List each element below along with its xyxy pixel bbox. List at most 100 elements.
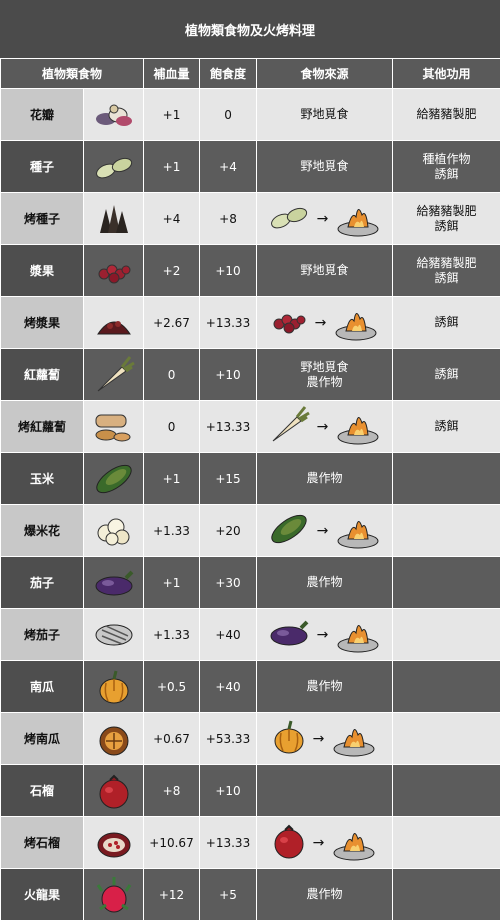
table-row: 火龍果+12+5農作物 (1, 869, 500, 921)
food-icon-cell (84, 89, 144, 141)
other-use (393, 713, 500, 765)
food-icon-cell (84, 401, 144, 453)
hp-value: +0.67 (144, 713, 200, 765)
food-icon-cell (84, 713, 144, 765)
table-row: 烤紅蘿蔔0+13.33→誘餌 (1, 401, 500, 453)
food-source: 野地覓食 (257, 141, 393, 193)
hunger-value: +13.33 (200, 297, 257, 349)
arrow-icon: → (313, 835, 325, 851)
food-source-text: 野地覓食 (257, 107, 392, 122)
other-use: 種植作物 誘餌 (393, 141, 500, 193)
other-use (393, 557, 500, 609)
other-use (393, 453, 500, 505)
hp-value: +4 (144, 193, 200, 245)
table-row: 烤漿果+2.67+13.33→誘餌 (1, 297, 500, 349)
food-name: 烤石榴 (1, 817, 84, 869)
table-row: 烤石榴+10.67+13.33→ (1, 817, 500, 869)
food-icon-cell (84, 141, 144, 193)
food-icon-cell (84, 245, 144, 297)
food-source-text: 野地覓食 農作物 (257, 360, 392, 390)
hunger-value: +10 (200, 245, 257, 297)
food-source: → (257, 193, 393, 245)
header-hp: 補血量 (144, 59, 200, 89)
berries-icon (269, 308, 309, 337)
table-title: 植物類食物及火烤料理 (0, 0, 500, 58)
food-name: 紅蘿蔔 (1, 349, 84, 401)
food-name: 南瓜 (1, 661, 84, 713)
header-other: 其他功用 (393, 59, 500, 89)
other-use (393, 661, 500, 713)
food-icon-cell (84, 817, 144, 869)
arrow-icon: → (315, 315, 327, 331)
table-row: 紅蘿蔔0+10野地覓食 農作物誘餌 (1, 349, 500, 401)
pomegranate-icon (84, 772, 143, 810)
hp-value: +1.33 (144, 609, 200, 661)
food-name: 花瓣 (1, 89, 84, 141)
food-icon-cell (84, 193, 144, 245)
food-source: → (257, 609, 393, 661)
food-source: → (257, 401, 393, 453)
hp-value: +8 (144, 765, 200, 817)
food-name: 茄子 (1, 557, 84, 609)
table-row: 烤南瓜+0.67+53.33→ (1, 713, 500, 765)
food-name: 烤紅蘿蔔 (1, 401, 84, 453)
hunger-value: +5 (200, 869, 257, 921)
hp-value: +1 (144, 557, 200, 609)
food-icon-cell (84, 869, 144, 921)
eggplant-icon (267, 618, 311, 651)
food-name: 漿果 (1, 245, 84, 297)
roasted-carrot-icon (84, 409, 143, 445)
table-row: 爆米花+1.33+20→ (1, 505, 500, 557)
campfire-icon (334, 197, 382, 240)
roasted-pomegranate-icon (84, 825, 143, 861)
food-source: 農作物 (257, 557, 393, 609)
food-source: → (257, 297, 393, 349)
food-source (257, 765, 393, 817)
roasted-berries-icon (84, 308, 143, 338)
other-use-text: 給豬豬製肥 誘餌 (393, 256, 500, 286)
table-row: 花瓣+10野地覓食給豬豬製肥 (1, 89, 500, 141)
dragonfruit-icon (84, 875, 143, 915)
campfire-icon (334, 613, 382, 656)
hp-value: +1 (144, 453, 200, 505)
roasted-seeds-icon (84, 201, 143, 237)
food-name: 烤南瓜 (1, 713, 84, 765)
hunger-value: +40 (200, 609, 257, 661)
berries-icon (84, 258, 143, 284)
other-use: 誘餌 (393, 297, 500, 349)
food-name: 玉米 (1, 453, 84, 505)
food-source: 野地覓食 (257, 245, 393, 297)
food-table: 植物類食物補血量飽食度食物來源其他功用 花瓣+10野地覓食給豬豬製肥種子+1+4… (0, 58, 500, 921)
food-source: 農作物 (257, 869, 393, 921)
food-icon-cell (84, 661, 144, 713)
other-use (393, 609, 500, 661)
campfire-icon (334, 509, 382, 552)
hunger-value: +15 (200, 453, 257, 505)
food-source-text: 野地覓食 (257, 159, 392, 174)
other-use-text: 給豬豬製肥 誘餌 (393, 204, 500, 234)
roasted-pumpkin-icon (84, 721, 143, 757)
arrow-icon: → (313, 731, 325, 747)
hp-value: +1 (144, 141, 200, 193)
table-row: 烤種子+4+8→給豬豬製肥 誘餌 (1, 193, 500, 245)
hp-value: +1 (144, 89, 200, 141)
table-row: 烤茄子+1.33+40→ (1, 609, 500, 661)
other-use: 誘餌 (393, 401, 500, 453)
food-source: 農作物 (257, 453, 393, 505)
hunger-value: 0 (200, 89, 257, 141)
other-use: 給豬豬製肥 誘餌 (393, 193, 500, 245)
hunger-value: +10 (200, 349, 257, 401)
petals-icon (84, 99, 143, 131)
roasted-eggplant-icon (84, 620, 143, 650)
other-use-text: 誘餌 (393, 315, 500, 330)
hunger-value: +40 (200, 661, 257, 713)
campfire-icon (332, 301, 380, 344)
food-source-text: 農作物 (257, 471, 392, 486)
food-icon-cell (84, 505, 144, 557)
header-hunger: 飽食度 (200, 59, 257, 89)
arrow-icon: → (317, 211, 329, 227)
table-row: 茄子+1+30農作物 (1, 557, 500, 609)
table-row: 南瓜+0.5+40農作物 (1, 661, 500, 713)
hunger-value: +4 (200, 141, 257, 193)
arrow-icon: → (317, 419, 329, 435)
